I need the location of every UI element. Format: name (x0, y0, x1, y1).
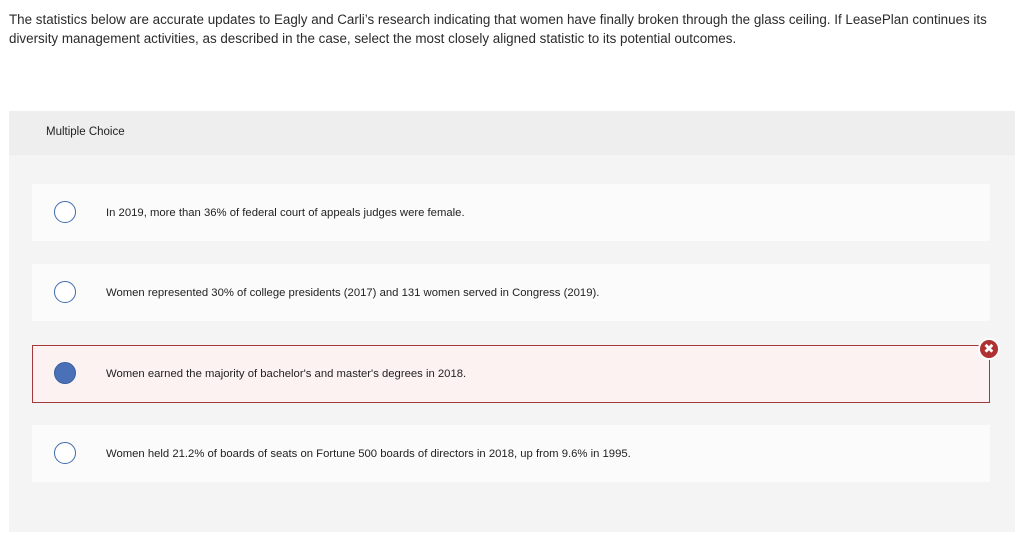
choice-option-2[interactable]: Women represented 30% of college preside… (32, 264, 990, 321)
choice-text: Women earned the majority of bachelor's … (106, 368, 467, 380)
x-icon: ✖ (978, 338, 1000, 360)
radio-button-selected[interactable] (54, 362, 76, 384)
choice-option-3[interactable]: Women earned the majority of bachelor's … (32, 345, 990, 403)
question-text: The statistics below are accurate update… (9, 12, 987, 46)
choice-text: Women held 21.2% of boards of seats on F… (106, 447, 631, 460)
choice-option-1[interactable]: In 2019, more than 36% of federal court … (32, 184, 990, 241)
panel-label: Multiple Choice (46, 126, 125, 138)
radio-button[interactable] (54, 280, 76, 303)
choice-text: In 2019, more than 36% of federal court … (106, 206, 465, 219)
radio-button[interactable] (54, 200, 76, 223)
choice-option-4[interactable]: Women held 21.2% of boards of seats on F… (32, 425, 990, 482)
multiple-choice-panel: Multiple Choice In 2019, more than 36% o… (9, 111, 1015, 532)
radio-button[interactable] (54, 441, 76, 464)
choice-text: Women represented 30% of college preside… (106, 286, 600, 299)
panel-header: Multiple Choice (9, 111, 1015, 155)
